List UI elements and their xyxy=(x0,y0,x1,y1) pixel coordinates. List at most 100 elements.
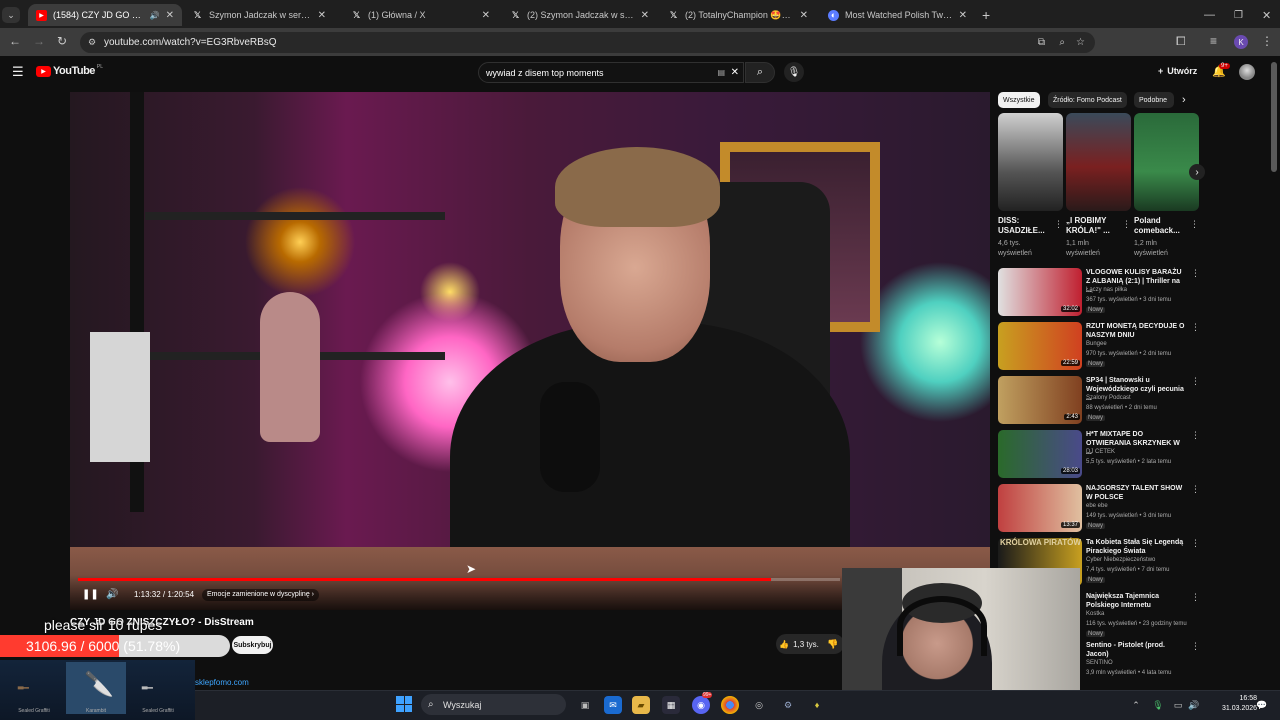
search-input[interactable]: wywiad z disem top moments ▤ ✕ xyxy=(478,62,744,83)
video-meta: 970 tys. wyświetleń • 2 dni temu xyxy=(1086,351,1172,357)
volume-icon[interactable]: 🔊 xyxy=(106,589,118,600)
forward-icon[interactable]: → xyxy=(33,34,45,48)
folder-icon[interactable]: ▰ xyxy=(632,696,650,714)
windows-start-icon[interactable] xyxy=(396,696,412,712)
zoom-icon[interactable]: ⌕ xyxy=(1059,37,1065,48)
close-icon[interactable]: ✕ xyxy=(166,10,174,21)
volume-tray-icon[interactable]: 🔊 xyxy=(1188,696,1200,714)
create-button[interactable]: + Utwórz xyxy=(1158,66,1197,76)
chrome-icon[interactable] xyxy=(721,696,739,714)
more-icon[interactable]: ⋮ xyxy=(1191,484,1200,495)
tab-x-2[interactable]: 𝕏 (1) Główna / X ✕ xyxy=(343,4,498,26)
extensions-icon[interactable]: ⧠ xyxy=(1176,34,1186,49)
description-link[interactable]: sklepfomo.com xyxy=(195,678,249,687)
tab-streamers[interactable]: ◐ Most Watched Polish Twitch Streamers ✕ xyxy=(820,4,975,26)
chevron-up-icon[interactable]: ⌃ xyxy=(1130,696,1142,714)
shorts-next-button[interactable]: › xyxy=(1189,164,1205,180)
bookmark-star-icon[interactable]: ☆ xyxy=(1076,37,1085,48)
like-count: 1,3 tys. xyxy=(793,639,819,649)
keyboard-icon[interactable]: ▤ xyxy=(717,68,725,77)
more-icon[interactable]: ⋮ xyxy=(1191,430,1200,441)
discord-icon[interactable]: ◉ xyxy=(692,696,710,714)
short-thumbnail xyxy=(1134,113,1199,211)
system-clock[interactable]: 16:58 31.03.2026 xyxy=(1222,694,1257,714)
video-title: RZUT MONETĄ DECYDUJE O NASZYM DNIU xyxy=(1086,323,1185,339)
notification-center-icon[interactable]: 💬 xyxy=(1256,696,1268,714)
taskbar-search[interactable]: ⌕ Wyszukaj xyxy=(421,694,566,715)
rifle-icon: ╾ xyxy=(142,678,153,698)
mic-tray-icon[interactable]: 🎙 xyxy=(1152,696,1164,714)
more-icon[interactable]: ⋮ xyxy=(1191,322,1200,333)
recommended-video[interactable]: 32:02 VLOGOWE KULISY BARAŻU Z ALBANIĄ (2:… xyxy=(998,268,1200,320)
more-icon[interactable]: ⋮ xyxy=(1191,268,1200,279)
subscribe-button[interactable]: Subskrybuj xyxy=(232,636,273,654)
chevron-right-icon[interactable]: › xyxy=(1182,94,1186,106)
more-icon[interactable]: ⋮ xyxy=(1261,34,1273,48)
close-icon[interactable]: ✕ xyxy=(482,10,490,21)
chapter-button[interactable]: Emocje zamienione w dyscyplinę › xyxy=(202,589,319,601)
microphone-icon[interactable]: 🎙 xyxy=(784,62,804,82)
tab-search-button[interactable]: ⌄ xyxy=(2,7,20,23)
minimize-icon[interactable]: — xyxy=(1196,4,1216,26)
store-icon[interactable]: ▦ xyxy=(662,696,680,714)
steam-icon[interactable]: ⚙ xyxy=(779,696,797,714)
recommended-video[interactable]: 13:37 NAJGORSZY TALENT SHOW W POLSCE ebe e… xyxy=(998,484,1200,536)
chip-all[interactable]: Wszystkie xyxy=(998,92,1040,108)
account-avatar[interactable] xyxy=(1239,64,1255,80)
new-tab-button[interactable]: + xyxy=(978,4,998,26)
url-field[interactable]: ⚙ youtube.com/watch?v=EG3RbveRBsQ ⧉ ⌕ ☆ xyxy=(80,32,1095,53)
maximize-icon[interactable]: ❐ xyxy=(1226,4,1246,26)
obs-icon[interactable]: ◎ xyxy=(750,696,768,714)
recommended-video[interactable]: 22:59 RZUT MONETĄ DECYDUJE O NASZYM DNIU B… xyxy=(998,322,1200,374)
pause-icon[interactable]: ❚❚ xyxy=(82,589,99,600)
network-icon[interactable]: ▭ xyxy=(1172,696,1184,714)
reload-icon[interactable]: ↻ xyxy=(57,34,67,48)
more-icon[interactable]: ⋮ xyxy=(1191,538,1200,549)
search-icon[interactable]: ⌕ xyxy=(745,62,775,83)
chip-related[interactable]: Podobne xyxy=(1134,92,1174,108)
tab-youtube[interactable]: ▶ (1584) CZY JD GO ZNISZCZY 🔊 ✕ xyxy=(28,4,182,26)
more-icon[interactable]: ⋮ xyxy=(1191,592,1200,603)
task-view-icon[interactable]: ▣ xyxy=(576,696,594,714)
tab-title: Most Watched Polish Twitch Streamers xyxy=(845,10,953,20)
tab-x-3[interactable]: 𝕏 (2) Szymon Jadczak w serwisie X ✕ xyxy=(502,4,657,26)
profile-avatar[interactable]: K xyxy=(1234,35,1248,49)
progress-fill xyxy=(78,578,771,581)
more-icon[interactable]: ⋮ xyxy=(1191,376,1200,387)
speaker-icon[interactable]: 🔊 xyxy=(150,11,160,20)
video-player[interactable] xyxy=(70,92,990,610)
clear-icon[interactable]: ✕ xyxy=(731,67,739,78)
more-icon[interactable]: ⋮ xyxy=(1054,219,1063,230)
back-icon[interactable]: ← xyxy=(9,34,21,48)
more-icon[interactable]: ⋮ xyxy=(1191,641,1200,652)
recommended-video[interactable]: 2:43 SP34 | Stanowski u Wojewódzkiego czy… xyxy=(998,376,1200,428)
short-card[interactable]: Poland comeback... 1,2 mln wyświetleń ⋮ xyxy=(1134,113,1199,259)
chip-source[interactable]: Źródło: Fomo Podcast xyxy=(1048,92,1127,108)
recommended-video[interactable]: 28:03 H*T MIXTAPE DO OTWIERANIA SKRZYNEK … xyxy=(998,430,1200,482)
scrollbar[interactable] xyxy=(1271,62,1277,172)
site-info-icon[interactable]: ⚙ xyxy=(88,37,96,48)
more-icon[interactable]: ⋮ xyxy=(1190,219,1199,230)
close-window-icon[interactable]: ✕ xyxy=(1254,4,1274,26)
short-card[interactable]: DISS: USADZIŁE... 4,6 tys. wyświetleń ⋮ xyxy=(998,113,1063,259)
close-icon[interactable]: ✕ xyxy=(959,10,967,21)
dislike-button[interactable]: 👎 xyxy=(822,634,844,654)
close-icon[interactable]: ✕ xyxy=(800,10,808,21)
short-title: Poland comeback... xyxy=(1134,216,1180,235)
close-icon[interactable]: ✕ xyxy=(641,10,649,21)
like-button[interactable]: 👍 1,3 tys. xyxy=(776,634,822,654)
cast-icon[interactable]: ⧉ xyxy=(1038,37,1045,48)
short-card[interactable]: „I ROBIMY KRÓLA!" ... 1,1 mln wyświetleń… xyxy=(1066,113,1131,259)
close-icon[interactable]: ✕ xyxy=(318,10,326,21)
menu-icon[interactable]: ☰ xyxy=(12,64,24,80)
tab-x-4[interactable]: 𝕏 (2) TotalnyChampion 🤩🫡 w X ✕ xyxy=(660,4,816,26)
books xyxy=(90,332,150,462)
outlook-icon[interactable]: ✉ xyxy=(604,696,622,714)
more-icon[interactable]: ⋮ xyxy=(1122,219,1131,230)
skin-name: Karambit xyxy=(85,708,106,714)
app-icon[interactable]: ♦ xyxy=(808,696,826,714)
youtube-logo[interactable]: ▶ YouTube PL xyxy=(36,64,103,77)
new-badge: Nowy xyxy=(1086,577,1106,583)
tab-x-1[interactable]: 𝕏 Szymon Jadczak w serwisie X: ✕ xyxy=(184,4,334,26)
media-icon[interactable]: ≡ xyxy=(1210,34,1217,48)
